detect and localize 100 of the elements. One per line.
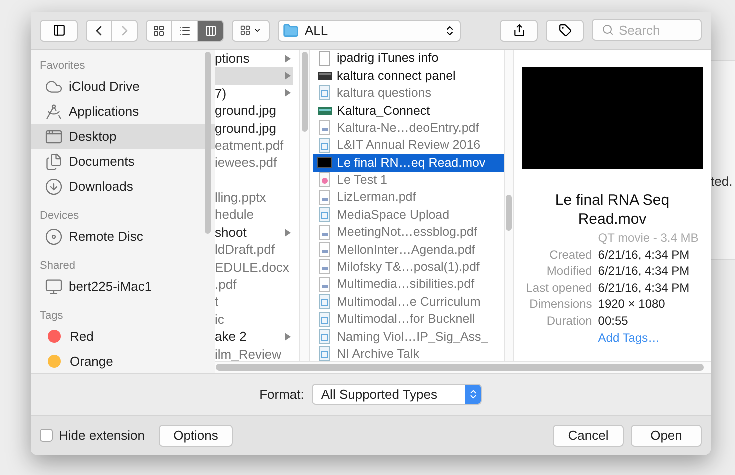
file-row[interactable]: MellonInter…Agenda.pdf xyxy=(313,241,504,259)
view-mode-button[interactable] xyxy=(198,20,224,42)
sidebar-item[interactable]: Applications xyxy=(31,99,215,124)
pdf-document-icon xyxy=(317,276,333,293)
file-row[interactable]: .pdf xyxy=(215,276,293,294)
updown-icon xyxy=(444,24,456,36)
sidebar-icon xyxy=(52,24,66,37)
desktop-icon xyxy=(45,128,63,146)
sidebar-item[interactable]: Downloads xyxy=(31,174,215,199)
file-row[interactable]: LizLerman.pdf xyxy=(313,189,504,207)
computer-icon xyxy=(45,278,63,296)
text-document-icon xyxy=(317,85,333,102)
hide-extension-checkbox[interactable] xyxy=(40,429,53,442)
arrange-icon xyxy=(240,25,251,36)
pdf-document-icon xyxy=(317,224,333,241)
sidebar-section-title: Tags xyxy=(39,308,64,324)
format-label: Format: xyxy=(260,386,304,404)
sidebar-item[interactable]: bert225-iMac1 xyxy=(31,274,215,299)
sidebar-section-title: Shared xyxy=(39,258,76,274)
path-popup[interactable]: ALL xyxy=(278,20,461,42)
back-button[interactable] xyxy=(86,20,112,42)
arrange-dropdown[interactable] xyxy=(232,20,270,42)
disclosure-icon xyxy=(285,332,291,341)
sidebar-item[interactable]: Red xyxy=(31,324,215,349)
detail-label: Last opened xyxy=(526,280,592,296)
documents-icon xyxy=(45,152,63,170)
file-row[interactable]: Kaltura_Connect xyxy=(313,102,504,120)
detail-label: Duration xyxy=(546,312,592,330)
format-select[interactable]: All Supported Types xyxy=(312,384,482,405)
file-row[interactable]: eatment.pdf xyxy=(215,136,293,154)
tag-icon xyxy=(558,24,572,37)
file-row[interactable]: ic xyxy=(215,310,293,328)
file-row[interactable]: Naming Viol…IP_Sig_Ass_ xyxy=(313,328,504,346)
file-row[interactable]: MediaSpace Upload xyxy=(313,206,504,224)
file-row[interactable]: lling.pptx xyxy=(215,189,293,207)
file-row[interactable]: Milofsky T&…posal(1).pdf xyxy=(313,258,504,276)
file-row[interactable]: L&IT Annual Review 2016 xyxy=(313,136,504,154)
file-row[interactable]: NI Archive Talk xyxy=(313,346,504,361)
file-row[interactable]: shoot xyxy=(215,224,293,242)
pdf-document-icon xyxy=(317,120,333,136)
open-button[interactable]: Open xyxy=(631,424,702,446)
file-row[interactable]: ground.jpg xyxy=(215,102,293,120)
share-button[interactable] xyxy=(500,20,538,42)
share-icon xyxy=(512,24,526,37)
file-row[interactable]: ilm_Review xyxy=(215,346,293,361)
sidebar-item[interactable]: Documents xyxy=(31,149,215,174)
search-icon xyxy=(602,24,614,36)
compass-icon xyxy=(45,102,63,120)
background-text: ted. xyxy=(711,173,733,191)
text-document-icon xyxy=(317,207,333,224)
view-mode-button[interactable] xyxy=(172,20,198,42)
sidebar-toggle-button[interactable] xyxy=(40,20,78,42)
grid-view-icon xyxy=(153,24,165,36)
file-row[interactable]: ldDraft.pdf xyxy=(215,241,293,259)
caret-icon xyxy=(253,26,262,35)
view-mode-button[interactable] xyxy=(146,20,172,42)
detail-label: Modified xyxy=(546,263,592,280)
file-row[interactable]: ake 2 xyxy=(215,328,293,346)
detail-label: Created xyxy=(548,246,592,264)
sidebar-section-title: Favorites xyxy=(39,58,86,74)
file-row[interactable]: Multimodal…for Bucknell xyxy=(313,310,504,328)
pdf-document-icon xyxy=(317,242,333,258)
file-row[interactable]: t xyxy=(215,293,293,311)
sidebar-item[interactable]: Remote Disc xyxy=(31,224,215,249)
file-row[interactable]: hedule xyxy=(215,206,293,224)
file-row[interactable]: Multimodal…e Curriculum xyxy=(313,293,504,311)
detail-value: 6/21/16, 4:34 PM xyxy=(598,246,691,264)
file-row[interactable]: 7) xyxy=(215,84,293,102)
pdf-document-icon xyxy=(317,190,333,206)
file-row[interactable]: ipadrig iTunes info xyxy=(313,50,504,68)
detail-value: 6/21/16, 4:34 PM xyxy=(598,280,691,296)
file-row[interactable]: kaltura connect panel xyxy=(313,67,504,85)
file-row[interactable]: Le final RN…eq Read.mov xyxy=(313,154,504,172)
file-row[interactable]: ground.jpg xyxy=(215,120,293,137)
pdf-document-icon xyxy=(317,259,333,276)
file-row[interactable]: Kaltura-Ne…deoEntry.pdf xyxy=(313,120,504,137)
tag-button[interactable] xyxy=(546,20,584,42)
file-row[interactable]: Le Test 1 xyxy=(313,172,504,190)
download-icon xyxy=(45,178,63,196)
sidebar-item[interactable]: Desktop xyxy=(31,124,215,149)
file-row[interactable]: Multimedia…sibilities.pdf xyxy=(313,276,504,294)
add-tags-link[interactable]: Add Tags… xyxy=(598,330,699,346)
detail-value: 00:55 xyxy=(598,312,630,330)
movie-icon xyxy=(317,155,333,172)
disclosure-icon xyxy=(285,228,291,237)
sidebar-item[interactable]: iCloud Drive xyxy=(31,74,215,99)
file-row[interactable]: MeetingNot…essblog.pdf xyxy=(313,224,504,242)
detail-value: 1920 × 1080 xyxy=(598,296,666,313)
file-row[interactable]: kaltura questions xyxy=(313,84,504,102)
options-button[interactable]: Options xyxy=(159,424,233,446)
image-icon xyxy=(317,172,333,188)
file-kind: QT movie - 3.4 MB xyxy=(598,230,699,247)
text-document-icon xyxy=(317,138,333,154)
cancel-button[interactable]: Cancel xyxy=(553,424,624,446)
file-row[interactable]: EDULE.docx xyxy=(215,258,293,276)
file-row[interactable]: iewees.pdf xyxy=(215,154,293,172)
sidebar-item[interactable]: Orange xyxy=(31,349,215,373)
text-document-icon xyxy=(317,294,333,310)
search-field[interactable]: Search xyxy=(592,19,702,41)
sidebar-section-title: Devices xyxy=(39,208,80,224)
